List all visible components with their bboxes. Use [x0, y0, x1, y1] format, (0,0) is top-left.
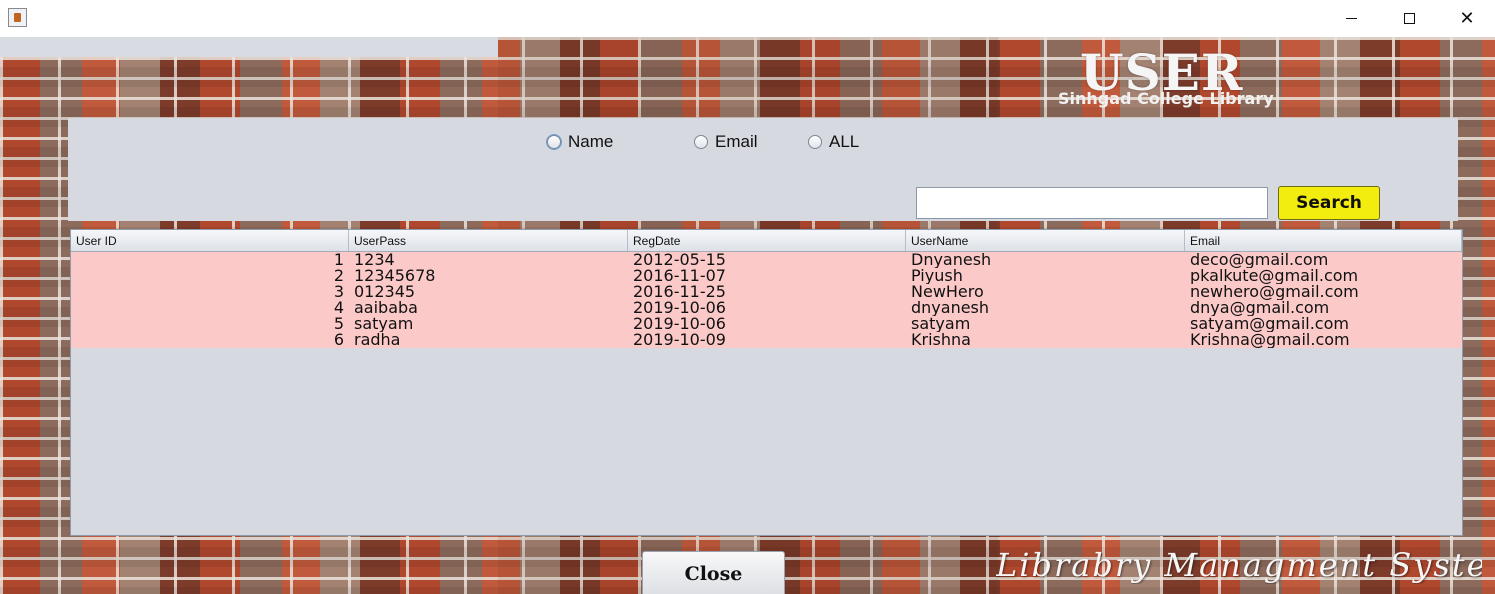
close-icon: ✕	[1459, 8, 1475, 29]
cell-email: deco@gmail.com	[1190, 252, 1329, 268]
table-row[interactable]: 2 12345678 2016-11-07 Piyush pkalkute@gm…	[71, 268, 1462, 284]
cell-userpass: aaibaba	[354, 300, 418, 316]
cell-username: Krishna	[911, 332, 971, 348]
cell-regdate: 2016-11-25	[633, 284, 726, 300]
table-row[interactable]: 6 radha 2019-10-09 Krishna Krishna@gmail…	[71, 332, 1462, 348]
cell-userpass: satyam	[354, 316, 414, 332]
cell-email: dnya@gmail.com	[1190, 300, 1330, 316]
cell-regdate: 2016-11-07	[633, 268, 726, 284]
java-app-icon	[8, 8, 27, 27]
cell-user-id: 4	[333, 300, 344, 316]
close-button[interactable]: Close	[642, 551, 785, 594]
radio-email[interactable]: Email	[694, 131, 758, 153]
table-row[interactable]: 4 aaibaba 2019-10-06 dnyanesh dnya@gmail…	[71, 300, 1462, 316]
radio-circle-icon	[808, 135, 822, 149]
cell-username: NewHero	[911, 284, 984, 300]
cell-userpass: 12345678	[354, 268, 436, 284]
cell-username: dnyanesh	[911, 300, 990, 316]
radio-circle-icon	[547, 135, 561, 149]
search-button[interactable]: Search	[1278, 186, 1380, 220]
cell-regdate: 2019-10-09	[633, 332, 726, 348]
column-header-user-id[interactable]: User ID	[71, 230, 349, 251]
cell-email: pkalkute@gmail.com	[1190, 268, 1359, 284]
radio-name[interactable]: Name	[547, 131, 613, 153]
column-header-username[interactable]: UserName	[906, 230, 1185, 251]
search-input[interactable]	[916, 187, 1268, 219]
maximize-icon	[1403, 13, 1415, 24]
users-table[interactable]: User ID UserPass RegDate UserName Email …	[70, 229, 1463, 536]
cell-username: Dnyanesh	[911, 252, 992, 268]
title-bar: ✕	[0, 0, 1495, 37]
radio-name-label: Name	[568, 132, 614, 151]
top-gray-strip	[0, 37, 498, 57]
footer-tagline: Librabry Managment System	[996, 546, 1482, 584]
column-header-email[interactable]: Email	[1185, 230, 1462, 251]
cell-user-id: 6	[333, 332, 344, 348]
table-row[interactable]: 3 012345 2016-11-25 NewHero newhero@gmai…	[71, 284, 1462, 300]
cell-regdate: 2019-10-06	[633, 316, 726, 332]
column-header-regdate[interactable]: RegDate	[628, 230, 906, 251]
cell-email: Krishna@gmail.com	[1190, 332, 1350, 348]
page-subtitle: Sinhgad College Library	[1058, 89, 1274, 108]
radio-email-label: Email	[715, 132, 758, 151]
radio-circle-icon	[694, 135, 708, 149]
cell-user-id: 3	[333, 284, 344, 300]
cell-regdate: 2019-10-06	[633, 300, 726, 316]
radio-all-label: ALL	[829, 132, 860, 151]
minimize-button[interactable]	[1322, 0, 1380, 37]
table-header: User ID UserPass RegDate UserName Email	[71, 230, 1462, 252]
cell-email: newhero@gmail.com	[1190, 284, 1359, 300]
cell-userpass: radha	[354, 332, 401, 348]
cell-userpass: 012345	[354, 284, 416, 300]
cell-regdate: 2012-05-15	[633, 252, 726, 268]
table-body: 1 1234 2012-05-15 Dnyanesh deco@gmail.co…	[71, 252, 1462, 348]
cell-userpass: 1234	[354, 252, 395, 268]
maximize-button[interactable]	[1380, 0, 1438, 37]
close-window-button[interactable]: ✕	[1438, 0, 1495, 37]
radio-all[interactable]: ALL	[808, 131, 859, 153]
table-row[interactable]: 1 1234 2012-05-15 Dnyanesh deco@gmail.co…	[71, 252, 1462, 268]
cell-username: Piyush	[911, 268, 963, 284]
minimize-icon	[1345, 18, 1357, 19]
user-window: ✕ USER Sinhgad College Library Name Emai…	[0, 0, 1495, 594]
column-header-userpass[interactable]: UserPass	[349, 230, 628, 251]
table-row[interactable]: 5 satyam 2019-10-06 satyam satyam@gmail.…	[71, 316, 1462, 332]
cell-email: satyam@gmail.com	[1190, 316, 1349, 332]
cell-user-id: 1	[333, 252, 344, 268]
cell-username: satyam	[911, 316, 971, 332]
cell-user-id: 2	[333, 268, 344, 284]
cell-user-id: 5	[333, 316, 344, 332]
